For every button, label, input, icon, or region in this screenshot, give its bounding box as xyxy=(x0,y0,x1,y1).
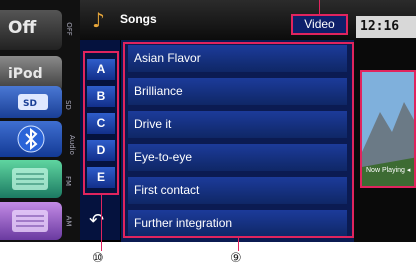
callout-leader-list xyxy=(238,238,239,251)
tuner-fm-icon xyxy=(12,168,48,190)
svg-text:SD: SD xyxy=(23,99,37,109)
source-side-label-am: AM xyxy=(63,215,72,227)
bluetooth-icon xyxy=(17,125,45,153)
source-side-label-off: OFF xyxy=(64,22,73,36)
source-side-label-audio: Audio xyxy=(67,135,76,155)
music-note-icon: ♪ xyxy=(92,8,105,32)
alphabet-index-highlight xyxy=(83,51,119,195)
callout-number-10: ⑩ xyxy=(92,251,104,266)
clock: 12:16 xyxy=(356,16,416,38)
source-sd-button[interactable]: SD xyxy=(0,86,62,118)
source-fm-button[interactable] xyxy=(0,160,62,198)
sd-card-icon: SD xyxy=(18,94,48,110)
callout-leader-video xyxy=(319,0,320,14)
tuner-am-icon xyxy=(12,210,48,232)
video-tab-button[interactable]: Video xyxy=(291,14,348,35)
head-unit-screen: Off iPod SD OFF SD Audio FM AM ♪ Songs V… xyxy=(0,0,416,242)
callout-leader-letters xyxy=(101,195,102,251)
now-playing-label: Now Playing ◂ xyxy=(366,167,411,174)
source-side-label-sd: SD xyxy=(64,100,72,110)
source-bar: Off iPod SD OFF SD Audio FM AM xyxy=(0,0,80,242)
song-list-highlight xyxy=(123,42,354,238)
source-bluetooth-audio-button[interactable] xyxy=(0,121,62,157)
source-am-button[interactable] xyxy=(0,202,62,240)
callout-number-9: ⑨ xyxy=(230,251,242,266)
source-off-label: Off xyxy=(8,18,37,38)
source-side-label-fm: FM xyxy=(63,175,72,187)
source-off-button[interactable]: Off xyxy=(0,10,62,50)
page-title: Songs xyxy=(120,12,157,26)
source-ipod-label: iPod xyxy=(8,66,43,82)
